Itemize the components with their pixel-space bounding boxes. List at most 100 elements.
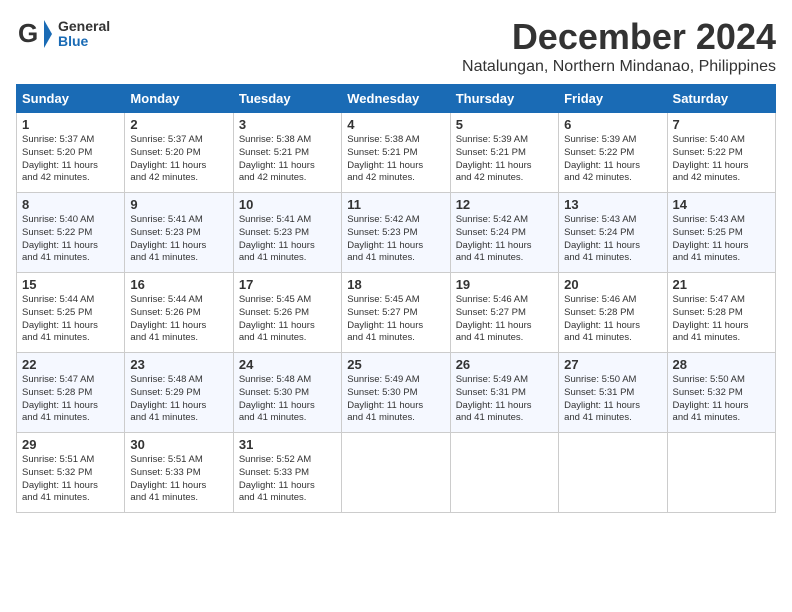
weekday-header: Tuesday (233, 85, 341, 113)
calendar-cell: 21Sunrise: 5:47 AM Sunset: 5:28 PM Dayli… (667, 273, 775, 353)
day-number: 26 (456, 357, 553, 372)
calendar-cell: 24 Sunrise: 5:48 AM Sunset: 5:30 PM Dayli… (233, 353, 341, 433)
calendar-cell: 13 Sunrise: 5:43 AM Sunset: 5:24 PM Dayli… (559, 193, 667, 273)
day-number: 10 (239, 197, 336, 212)
calendar-cell: 18 Sunrise: 5:45 AM Sunset: 5:27 PM Dayli… (342, 273, 450, 353)
calendar-cell: 17Sunrise: 5:45 AM Sunset: 5:26 PM Dayli… (233, 273, 341, 353)
cell-info: Sunrise: 5:42 AM Sunset: 5:24 PM Dayligh… (456, 214, 553, 265)
title-area: December 2024 Natalungan, Northern Minda… (462, 16, 776, 76)
day-number: 19 (456, 277, 553, 292)
cell-info: Sunrise: 5:49 AM Sunset: 5:30 PM Dayligh… (347, 374, 444, 425)
cell-info: Sunrise: 5:40 AM Sunset: 5:22 PM Dayligh… (673, 134, 770, 185)
calendar-cell: 27Sunrise: 5:50 AM Sunset: 5:31 PM Dayli… (559, 353, 667, 433)
calendar-cell: 4 Sunrise: 5:38 AM Sunset: 5:21 PM Daylig… (342, 113, 450, 193)
day-number: 8 (22, 197, 119, 212)
day-number: 16 (130, 277, 227, 292)
calendar-cell: 20 Sunrise: 5:46 AM Sunset: 5:28 PM Dayli… (559, 273, 667, 353)
weekday-header: Thursday (450, 85, 558, 113)
cell-info: Sunrise: 5:39 AM Sunset: 5:22 PM Dayligh… (564, 134, 661, 185)
calendar-week-row: 22Sunrise: 5:47 AM Sunset: 5:28 PM Dayli… (17, 353, 776, 433)
cell-info: Sunrise: 5:43 AM Sunset: 5:24 PM Dayligh… (564, 214, 661, 265)
day-number: 20 (564, 277, 661, 292)
cell-info: Sunrise: 5:45 AM Sunset: 5:27 PM Dayligh… (347, 294, 444, 345)
cell-info: Sunrise: 5:48 AM Sunset: 5:30 PM Dayligh… (239, 374, 336, 425)
calendar-cell: 10Sunrise: 5:41 AM Sunset: 5:23 PM Dayli… (233, 193, 341, 273)
svg-text:G: G (18, 18, 38, 48)
calendar-week-row: 29Sunrise: 5:51 AM Sunset: 5:32 PM Dayli… (17, 433, 776, 513)
cell-info: Sunrise: 5:38 AM Sunset: 5:21 PM Dayligh… (347, 134, 444, 185)
day-number: 13 (564, 197, 661, 212)
weekday-header: Monday (125, 85, 233, 113)
location-title: Natalungan, Northern Mindanao, Philippin… (462, 58, 776, 76)
weekday-header-row: SundayMondayTuesdayWednesdayThursdayFrid… (17, 85, 776, 113)
day-number: 1 (22, 117, 119, 132)
day-number: 3 (239, 117, 336, 132)
cell-info: Sunrise: 5:47 AM Sunset: 5:28 PM Dayligh… (673, 294, 770, 345)
calendar-cell: 2 Sunrise: 5:37 AM Sunset: 5:20 PM Daylig… (125, 113, 233, 193)
day-number: 31 (239, 437, 336, 452)
cell-info: Sunrise: 5:42 AM Sunset: 5:23 PM Dayligh… (347, 214, 444, 265)
logo: G General Blue (16, 16, 110, 52)
calendar-table: SundayMondayTuesdayWednesdayThursdayFrid… (16, 84, 776, 513)
cell-info: Sunrise: 5:40 AM Sunset: 5:22 PM Dayligh… (22, 214, 119, 265)
calendar-cell: 8 Sunrise: 5:40 AM Sunset: 5:22 PM Daylig… (17, 193, 125, 273)
header: G General Blue December 2024 Natalungan,… (16, 16, 776, 76)
calendar-cell: 5Sunrise: 5:39 AM Sunset: 5:21 PM Daylig… (450, 113, 558, 193)
calendar-cell: 19 Sunrise: 5:46 AM Sunset: 5:27 PM Dayli… (450, 273, 558, 353)
day-number: 24 (239, 357, 336, 372)
day-number: 9 (130, 197, 227, 212)
cell-info: Sunrise: 5:37 AM Sunset: 5:20 PM Dayligh… (22, 134, 119, 185)
calendar-cell: 6 Sunrise: 5:39 AM Sunset: 5:22 PM Daylig… (559, 113, 667, 193)
calendar-cell: 31 Sunrise: 5:52 AM Sunset: 5:33 PM Dayli… (233, 433, 341, 513)
calendar-cell: 29Sunrise: 5:51 AM Sunset: 5:32 PM Dayli… (17, 433, 125, 513)
weekday-header: Sunday (17, 85, 125, 113)
weekday-header: Friday (559, 85, 667, 113)
cell-info: Sunrise: 5:50 AM Sunset: 5:32 PM Dayligh… (673, 374, 770, 425)
cell-info: Sunrise: 5:51 AM Sunset: 5:33 PM Dayligh… (130, 454, 227, 505)
cell-info: Sunrise: 5:44 AM Sunset: 5:26 PM Dayligh… (130, 294, 227, 345)
day-number: 2 (130, 117, 227, 132)
cell-info: Sunrise: 5:45 AM Sunset: 5:26 PM Dayligh… (239, 294, 336, 345)
day-number: 22 (22, 357, 119, 372)
calendar-cell: 28 Sunrise: 5:50 AM Sunset: 5:32 PM Dayli… (667, 353, 775, 433)
logo-blue: Blue (58, 34, 110, 49)
day-number: 4 (347, 117, 444, 132)
cell-info: Sunrise: 5:37 AM Sunset: 5:20 PM Dayligh… (130, 134, 227, 185)
day-number: 18 (347, 277, 444, 292)
cell-info: Sunrise: 5:39 AM Sunset: 5:21 PM Dayligh… (456, 134, 553, 185)
calendar-cell: 25Sunrise: 5:49 AM Sunset: 5:30 PM Dayli… (342, 353, 450, 433)
cell-info: Sunrise: 5:46 AM Sunset: 5:28 PM Dayligh… (564, 294, 661, 345)
cell-info: Sunrise: 5:49 AM Sunset: 5:31 PM Dayligh… (456, 374, 553, 425)
day-number: 15 (22, 277, 119, 292)
logo-icon: G (16, 16, 52, 52)
weekday-header: Saturday (667, 85, 775, 113)
cell-info: Sunrise: 5:38 AM Sunset: 5:21 PM Dayligh… (239, 134, 336, 185)
calendar-cell (342, 433, 450, 513)
calendar-cell: 22Sunrise: 5:47 AM Sunset: 5:28 PM Dayli… (17, 353, 125, 433)
day-number: 14 (673, 197, 770, 212)
month-title: December 2024 (462, 16, 776, 58)
calendar-cell (667, 433, 775, 513)
calendar-cell: 1 Sunrise: 5:37 AM Sunset: 5:20 PM Daylig… (17, 113, 125, 193)
calendar-cell: 3 Sunrise: 5:38 AM Sunset: 5:21 PM Daylig… (233, 113, 341, 193)
weekday-header: Wednesday (342, 85, 450, 113)
cell-info: Sunrise: 5:41 AM Sunset: 5:23 PM Dayligh… (130, 214, 227, 265)
calendar-cell: 30 Sunrise: 5:51 AM Sunset: 5:33 PM Dayli… (125, 433, 233, 513)
cell-info: Sunrise: 5:44 AM Sunset: 5:25 PM Dayligh… (22, 294, 119, 345)
day-number: 6 (564, 117, 661, 132)
calendar-cell: 16 Sunrise: 5:44 AM Sunset: 5:26 PM Dayli… (125, 273, 233, 353)
calendar-cell (450, 433, 558, 513)
cell-info: Sunrise: 5:46 AM Sunset: 5:27 PM Dayligh… (456, 294, 553, 345)
logo-general: General (58, 19, 110, 34)
cell-info: Sunrise: 5:52 AM Sunset: 5:33 PM Dayligh… (239, 454, 336, 505)
cell-info: Sunrise: 5:50 AM Sunset: 5:31 PM Dayligh… (564, 374, 661, 425)
day-number: 30 (130, 437, 227, 452)
calendar-week-row: 8 Sunrise: 5:40 AM Sunset: 5:22 PM Daylig… (17, 193, 776, 273)
calendar-cell: 11 Sunrise: 5:42 AM Sunset: 5:23 PM Dayli… (342, 193, 450, 273)
calendar-week-row: 1 Sunrise: 5:37 AM Sunset: 5:20 PM Daylig… (17, 113, 776, 193)
day-number: 7 (673, 117, 770, 132)
day-number: 28 (673, 357, 770, 372)
day-number: 29 (22, 437, 119, 452)
day-number: 23 (130, 357, 227, 372)
day-number: 11 (347, 197, 444, 212)
